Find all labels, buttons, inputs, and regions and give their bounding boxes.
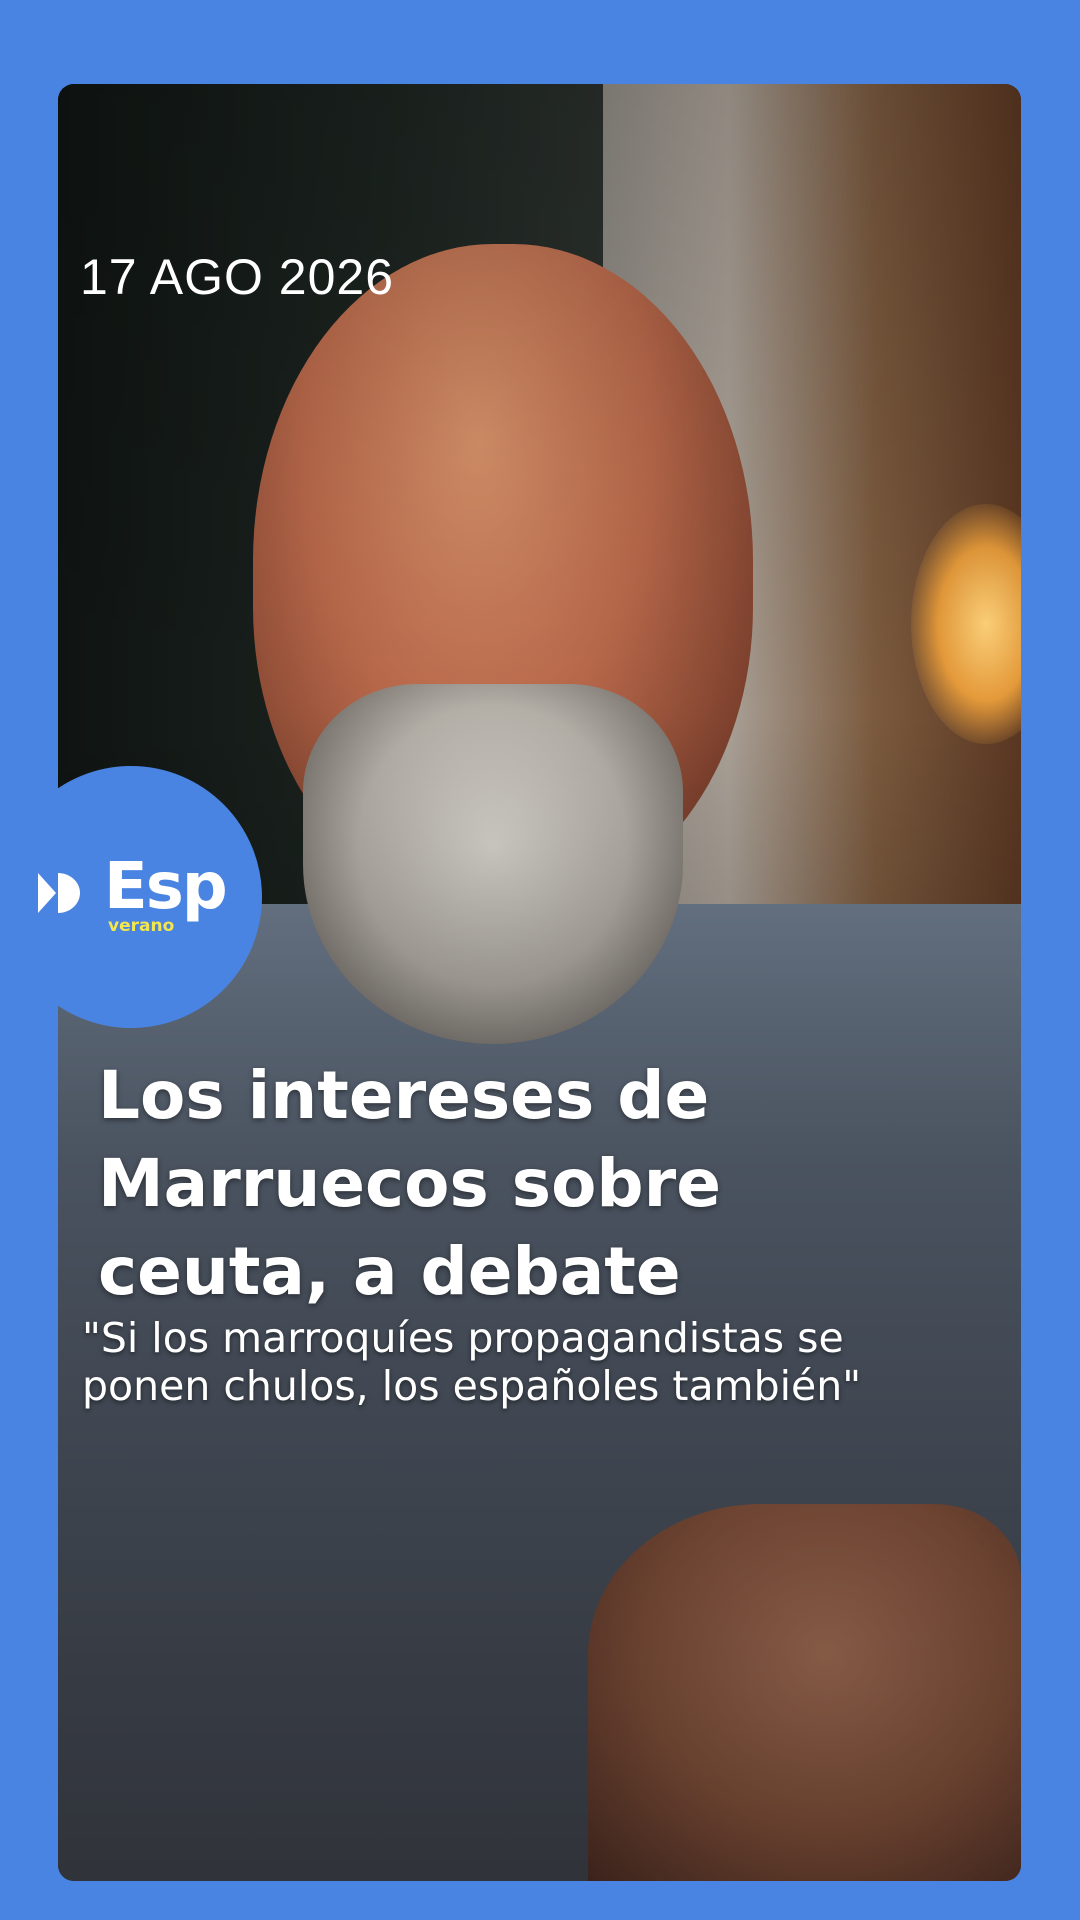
quote-text: "Si los marroquíes propagandistas se pon…	[82, 1314, 862, 1410]
post-date: 17 AGO 2026	[80, 249, 395, 305]
headline-line: ceuta, a debate	[98, 1233, 681, 1310]
headline-line: Marruecos sobre	[98, 1145, 721, 1222]
brand-subtitle: verano	[108, 916, 175, 936]
brand-name: Esp	[104, 850, 228, 924]
story-frame: 17 AGO 2026 Esp verano Los intereses de …	[0, 0, 1080, 1920]
brand-logo[interactable]: Esp verano	[0, 766, 262, 1028]
headline-line: Los intereses de	[98, 1057, 710, 1134]
fast-forward-icon	[38, 873, 80, 913]
headline: Los intereses de Marruecos sobre ceuta, …	[98, 1052, 978, 1316]
